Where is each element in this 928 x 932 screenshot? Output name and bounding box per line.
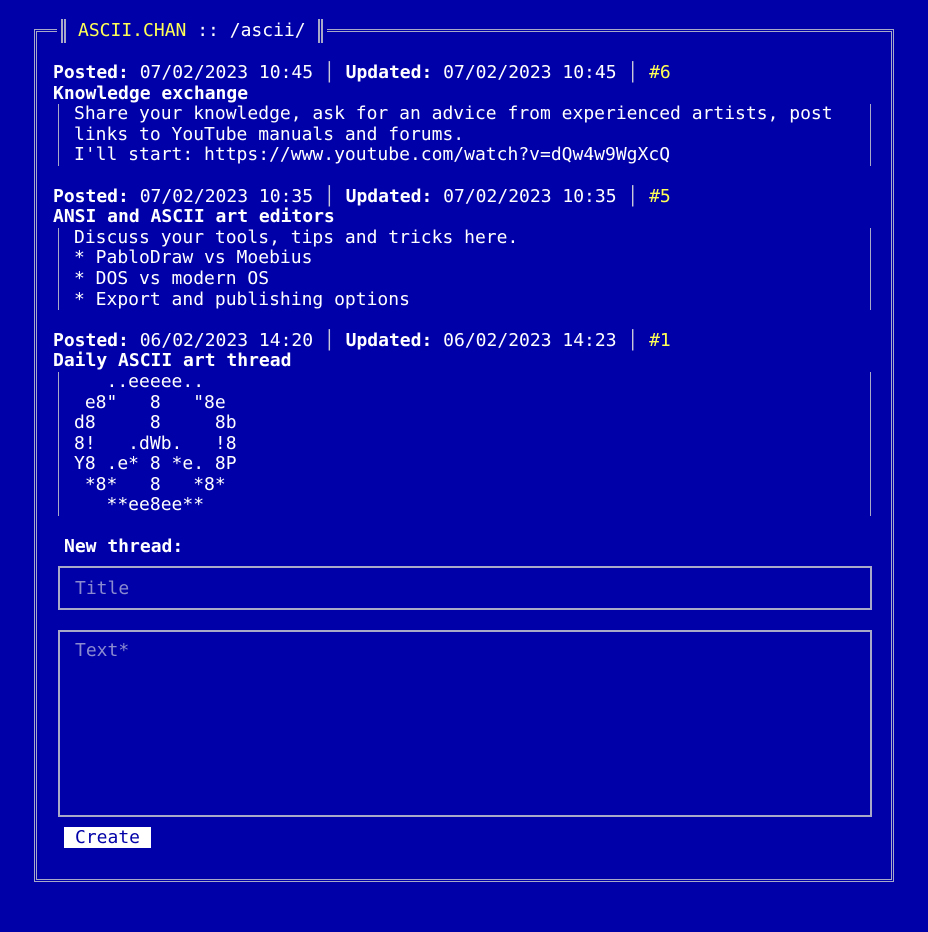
board-name[interactable]: /ascii/ — [230, 20, 306, 42]
thread-title[interactable]: Knowledge exchange — [53, 83, 873, 105]
thread: Posted: 06/02/2023 14:20 │ Updated: 06/0… — [53, 329, 873, 517]
meta-separator: │ — [323, 62, 335, 83]
site-brand[interactable]: ASCII.CHAN — [78, 20, 186, 42]
meta-separator: │ — [627, 185, 639, 207]
updated-date: 06/02/2023 14:23 — [443, 329, 617, 351]
updated-label: Updated: — [345, 62, 433, 83]
meta-separator: │ — [323, 185, 335, 207]
main-frame: ASCII.CHAN :: /ascii/ Posted: 07/02/2023… — [34, 18, 894, 882]
updated-date: 07/02/2023 10:35 — [443, 185, 617, 207]
thread-title[interactable]: ANSI and ASCII art editors — [53, 207, 873, 228]
thread-number-link[interactable]: #6 — [649, 62, 671, 83]
title-separator: :: — [186, 19, 230, 41]
posted-label: Posted: — [53, 329, 129, 351]
new-thread-label: New thread: — [64, 535, 184, 557]
title-bar-right — [317, 19, 323, 43]
title-bar-left — [61, 19, 66, 43]
thread: Posted: 07/02/2023 10:35 │ Updated: 07/0… — [53, 185, 873, 311]
title-input[interactable] — [58, 566, 872, 611]
create-button[interactable]: Create — [64, 827, 152, 849]
thread-number-link[interactable]: #5 — [649, 186, 671, 207]
posted-label: Posted: — [53, 62, 129, 83]
posted-date: 07/02/2023 10:35 — [139, 185, 314, 207]
meta-separator: │ — [627, 329, 639, 351]
updated-date: 07/02/2023 10:45 — [443, 62, 617, 83]
thread-number-link[interactable]: #1 — [649, 330, 671, 351]
updated-label: Updated: — [345, 185, 433, 207]
thread-body-ascii-art: ..eeeee.. e8" 8 "8e d8 8 8b 8! .dWb. !8 … — [58, 371, 871, 517]
thread-body: Share your knowledge, ask for an advice … — [58, 103, 871, 166]
posted-label: Posted: — [53, 185, 129, 207]
updated-label: Updated: — [345, 329, 433, 351]
meta-separator: │ — [323, 329, 335, 351]
text-input[interactable] — [58, 630, 872, 818]
thread: Posted: 07/02/2023 10:45 │ Updated: 07/0… — [53, 62, 873, 166]
thread-meta: Posted: 07/02/2023 10:35 │ Updated: 07/0… — [53, 185, 873, 208]
frame-title: ASCII.CHAN :: /ascii/ — [57, 18, 327, 44]
content: Posted: 07/02/2023 10:45 │ Updated: 07/0… — [53, 62, 873, 849]
posted-date: 07/02/2023 10:45 — [139, 62, 314, 83]
posted-date: 06/02/2023 14:20 — [139, 329, 314, 351]
meta-separator: │ — [627, 62, 639, 83]
thread-title[interactable]: Daily ASCII art thread — [53, 351, 873, 372]
thread-meta: Posted: 07/02/2023 10:45 │ Updated: 07/0… — [53, 62, 873, 84]
thread-body: Discuss your tools, tips and tricks here… — [58, 227, 871, 311]
thread-meta: Posted: 06/02/2023 14:20 │ Updated: 06/0… — [53, 329, 873, 352]
